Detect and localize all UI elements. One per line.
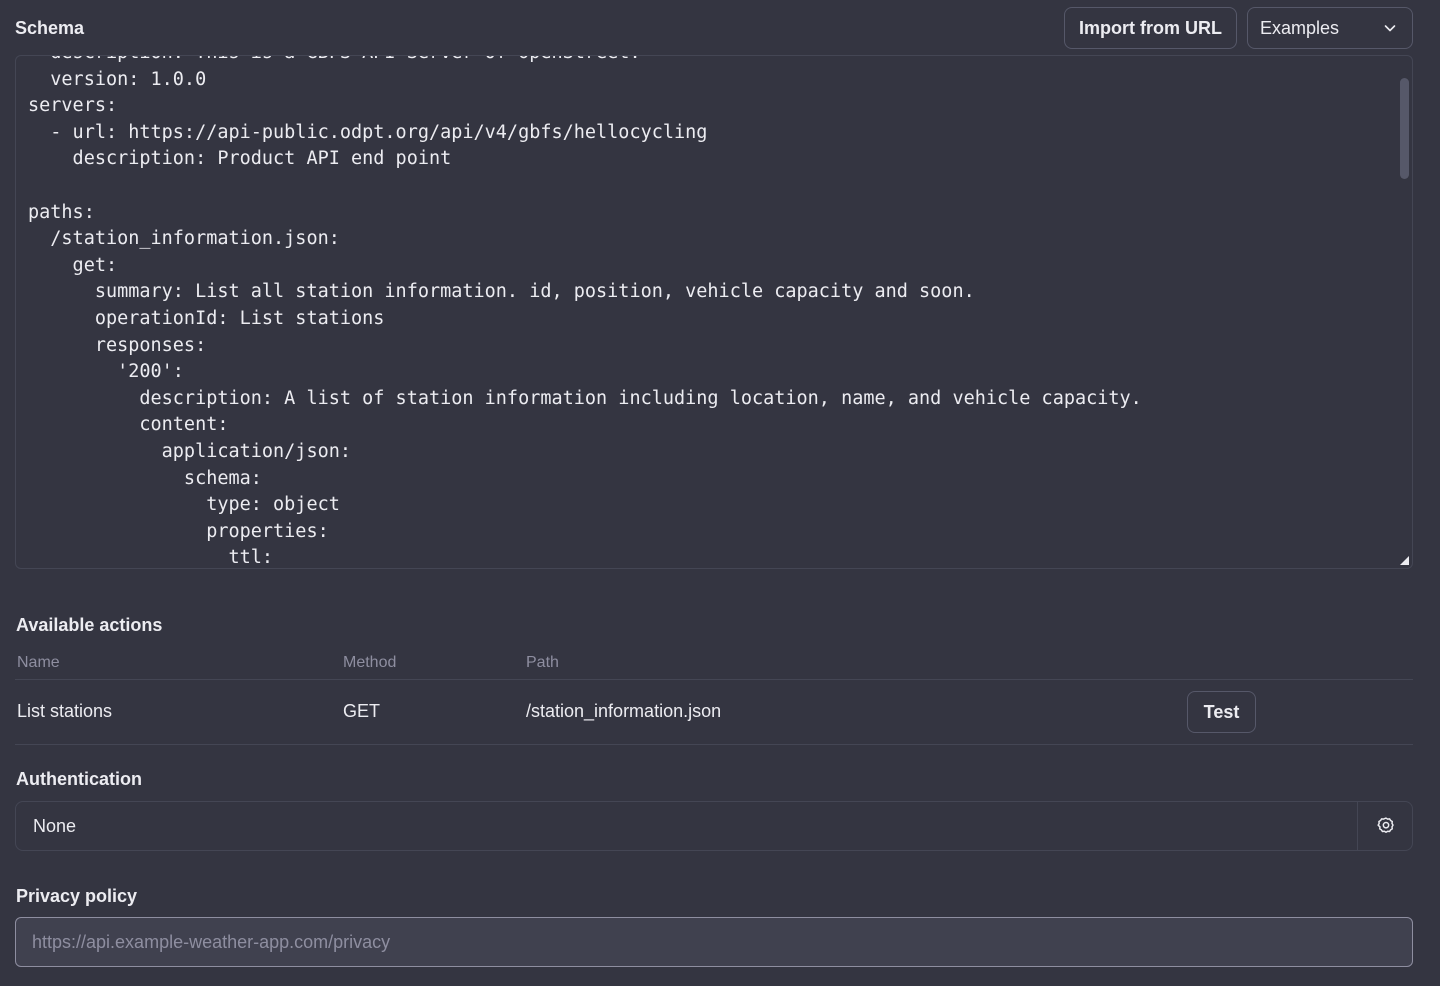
authentication-value: None [33, 816, 77, 836]
column-header-method: Method [343, 654, 397, 671]
code-line: schema: [28, 467, 262, 489]
code-line: content: [28, 414, 229, 436]
authentication-title: Authentication [16, 769, 142, 789]
table-divider [15, 679, 1413, 680]
action-path: /station_information.json [526, 701, 722, 721]
table-divider [15, 744, 1413, 745]
gear-icon [1376, 817, 1394, 833]
code-line: paths: [28, 201, 95, 223]
authentication-settings-button[interactable] [1358, 802, 1413, 850]
test-button[interactable]: Test [1187, 691, 1256, 733]
code-line: type: object [28, 494, 340, 516]
privacy-policy-input[interactable] [15, 917, 1413, 967]
code-line: get: [28, 254, 118, 276]
column-header-path: Path [526, 654, 559, 671]
authentication-field[interactable]: None [15, 801, 1413, 851]
code-line: /station_information.json: [28, 228, 340, 250]
action-method: GET [343, 701, 381, 721]
code-line: - url: https://api-public.odpt.org/api/v… [28, 121, 708, 143]
schema-label: Schema [15, 18, 85, 38]
code-line: version: 1.0.0 [28, 68, 207, 90]
import-from-url-button[interactable]: Import from URL [1064, 7, 1237, 49]
column-header-name: Name [17, 654, 60, 671]
resize-handle-icon[interactable] [1400, 556, 1409, 565]
code-line: servers: [28, 95, 118, 117]
editor-scrollbar[interactable] [1396, 56, 1412, 568]
code-line: responses: [28, 334, 207, 356]
chevron-down-icon [1384, 25, 1396, 32]
code-line: '200': [28, 361, 184, 383]
schema-code-editor[interactable]: description: This is a GBFS API Server o… [15, 55, 1413, 569]
examples-dropdown[interactable]: Examples [1247, 7, 1413, 49]
privacy-policy-title: Privacy policy [16, 886, 138, 906]
examples-dropdown-value: Examples [1260, 17, 1340, 38]
code-line: summary: List all station information. i… [28, 281, 975, 303]
editor-scrollbar-thumb[interactable] [1400, 78, 1409, 179]
code-line: description: A list of station informati… [28, 387, 1142, 409]
code-line: description: Product API end point [28, 148, 452, 170]
code-line: description: This is a GBFS API Server o… [28, 56, 1382, 67]
code-line: properties: [28, 520, 329, 542]
schema-code-text: description: This is a GBFS API Server o… [28, 56, 1382, 569]
available-actions-title: Available actions [16, 615, 163, 635]
gpt-action-editor: Schema Import from URL Examples descript… [0, 0, 1440, 986]
code-line: operationId: List stations [28, 307, 385, 329]
code-line: ttl: [28, 547, 274, 569]
code-line: application/json: [28, 440, 352, 462]
action-name: List stations [17, 701, 113, 721]
